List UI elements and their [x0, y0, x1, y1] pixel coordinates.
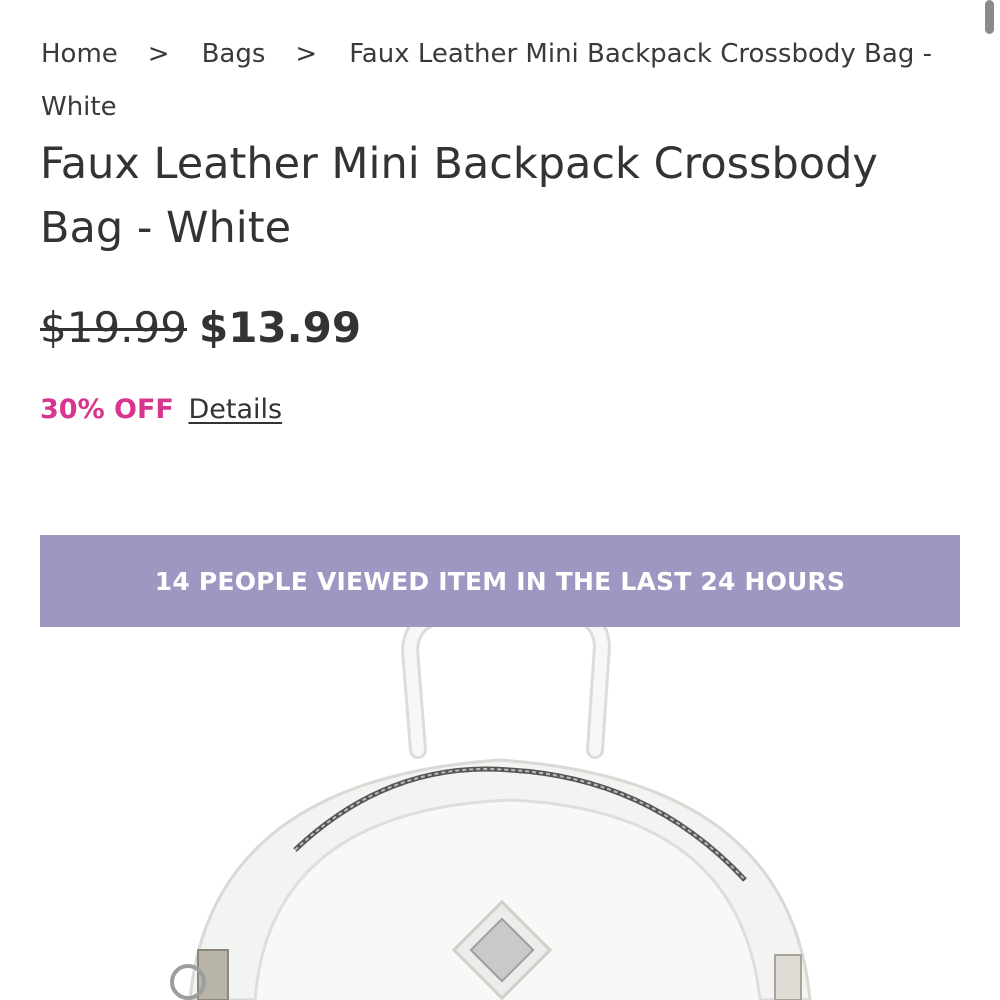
original-price: $19.99 [40, 303, 187, 352]
breadcrumb: Home > Bags > Faux Leather Mini Backpack Cro… [41, 28, 961, 134]
scrollbar[interactable] [985, 0, 994, 34]
recent-viewers-banner: 14 PEOPLE VIEWED ITEM IN THE LAST 24 HOU… [40, 535, 960, 627]
product-title: Faux Leather Mini Backpack Crossbody Bag… [40, 139, 878, 253]
discount-row: 30% OFF Details [40, 390, 282, 430]
price-row: $19.99 $13.99 [40, 300, 361, 356]
breadcrumb-separator: > [147, 39, 170, 69]
breadcrumb-home[interactable]: Home [41, 39, 118, 69]
discount-badge: 30% OFF [40, 394, 174, 425]
breadcrumb-bags[interactable]: Bags [202, 39, 266, 69]
breadcrumb-separator: > [295, 39, 318, 69]
product-image[interactable] [40, 600, 960, 1000]
sale-price: $13.99 [198, 303, 362, 352]
breadcrumb-current: Faux Leather Mini Backpack Crossbody Bag… [41, 39, 932, 122]
details-link[interactable]: Details [188, 394, 282, 425]
product-page: Home > Bags > Faux Leather Mini Backpack Cro… [0, 0, 1000, 1000]
